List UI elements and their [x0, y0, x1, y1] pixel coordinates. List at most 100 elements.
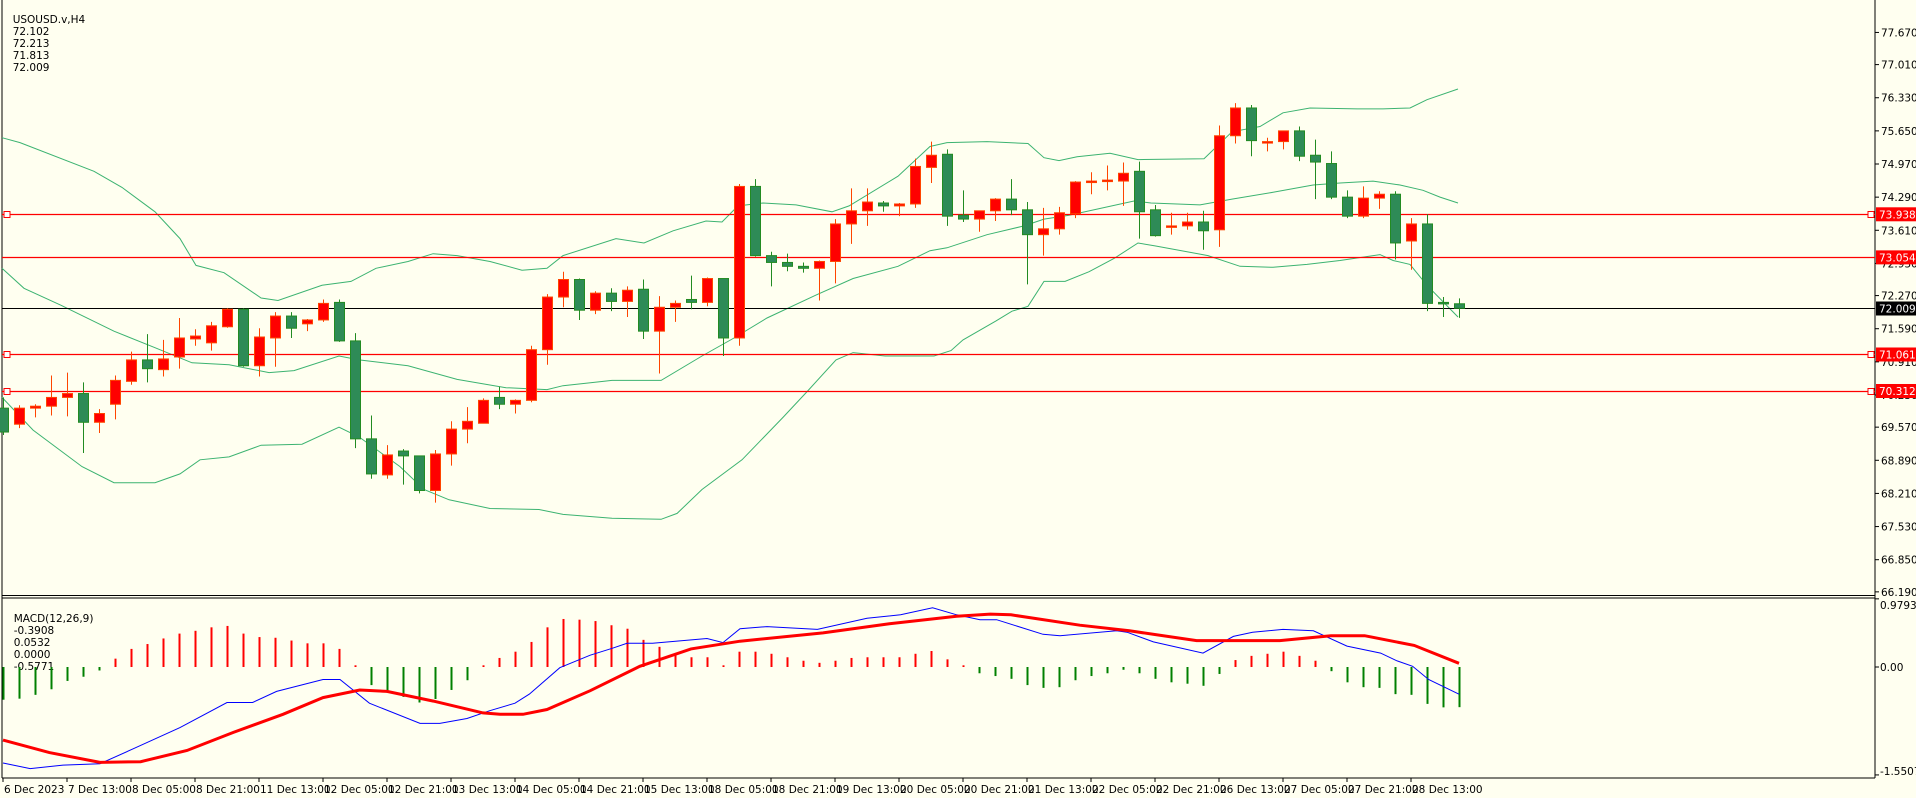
candle-body	[1070, 181, 1081, 215]
candle-body	[558, 279, 569, 298]
candle-body	[238, 308, 249, 367]
candle	[286, 312, 297, 338]
candle-body	[1294, 130, 1305, 157]
time-tick-label: 15 Dec 13:00	[644, 784, 715, 796]
candle-body	[46, 396, 57, 407]
time-tick-label: 12 Dec 21:00	[388, 784, 459, 796]
time-tick-label: 27 Dec 21:00	[1348, 784, 1419, 796]
price-tick-label: 72.270	[1881, 291, 1916, 303]
level-anchor-right[interactable]	[1867, 388, 1875, 395]
candle-body	[814, 260, 825, 269]
candle	[1054, 206, 1065, 235]
candle-body	[1454, 303, 1465, 309]
candle	[702, 277, 713, 307]
candle-body	[1134, 170, 1145, 213]
candle	[990, 198, 1001, 222]
time-tick-label: 14 Dec 05:00	[516, 784, 587, 796]
candle	[1342, 190, 1353, 219]
candle	[942, 149, 953, 226]
level-anchor-left[interactable]	[3, 351, 11, 358]
candle	[1262, 137, 1273, 152]
horizontal-lines[interactable]	[2, 211, 1875, 395]
candle	[1214, 125, 1225, 247]
level-anchor-left[interactable]	[3, 388, 11, 395]
candle	[798, 262, 809, 273]
level-anchor-right[interactable]	[1867, 351, 1875, 358]
candle	[462, 407, 473, 444]
candle-body	[0, 407, 9, 433]
level-price-label: 71.061	[1879, 349, 1916, 361]
time-tick-label: 8 Dec 21:00	[196, 784, 260, 796]
candle	[670, 300, 681, 322]
candle	[862, 188, 873, 226]
candle-body	[110, 379, 121, 405]
candle	[526, 345, 537, 403]
candle	[1326, 151, 1337, 200]
candle	[334, 299, 345, 342]
level-price-label: 70.312	[1879, 386, 1916, 398]
time-tick-label: 13 Dec 13:00	[452, 784, 523, 796]
candle	[366, 415, 377, 479]
candle-body	[190, 335, 201, 340]
candle-body	[1006, 198, 1017, 211]
candle	[62, 372, 73, 417]
price-tick-label: 66.190	[1881, 587, 1916, 599]
candle	[686, 275, 697, 310]
price-axis[interactable]: 77.670 77.010 76.330 75.650 74.970 74.290 73.6…	[1875, 27, 1916, 778]
candle-body	[1150, 209, 1161, 237]
price-chart[interactable]: 77.670 77.010 76.330 75.650 74.970 74.290 73.6…	[0, 0, 1916, 798]
candle	[1150, 204, 1161, 237]
candle-body	[30, 405, 41, 409]
candle-body	[270, 315, 281, 339]
candle-body	[1038, 228, 1049, 236]
candle	[1246, 105, 1257, 157]
time-tick-label: 18 Dec 21:00	[772, 784, 843, 796]
candle-body	[174, 337, 185, 358]
candle-body	[846, 210, 857, 225]
candle-body	[1022, 209, 1033, 236]
time-tick-label: 11 Dec 13:00	[260, 784, 331, 796]
candle	[750, 179, 761, 257]
candle	[974, 210, 985, 232]
level-anchor-right[interactable]	[1867, 211, 1875, 218]
price-tick-label: 68.210	[1881, 488, 1916, 500]
candle-body	[350, 340, 361, 440]
candle	[1118, 162, 1129, 206]
candle-body	[1182, 221, 1193, 227]
price-tick-label: 73.610	[1881, 225, 1916, 237]
candle-body	[398, 450, 409, 457]
candle	[270, 312, 281, 367]
candle	[1390, 191, 1401, 260]
candle-body	[686, 298, 697, 303]
price-tick-label: 69.570	[1881, 422, 1916, 434]
candle-body	[862, 201, 873, 212]
candle-body	[1214, 135, 1225, 231]
candle	[158, 339, 169, 377]
candle-body	[782, 261, 793, 267]
candle-body	[830, 223, 841, 262]
time-tick-label: 12 Dec 05:00	[324, 784, 395, 796]
candle-body	[718, 278, 729, 339]
time-tick-label: 21 Dec 13:00	[1028, 784, 1099, 796]
candle	[878, 201, 889, 212]
time-tick-label: 28 Dec 13:00	[1412, 784, 1483, 796]
candle-body	[574, 279, 585, 311]
candle	[1278, 130, 1289, 150]
candle	[782, 253, 793, 272]
candle	[1166, 212, 1177, 235]
candle-body	[62, 393, 73, 398]
candle	[1134, 161, 1145, 239]
candle	[78, 382, 89, 453]
macd-tick-label: 0.9793	[1880, 600, 1916, 612]
macd-tick-label: -1.5507	[1880, 766, 1916, 778]
level-anchor-left[interactable]	[3, 211, 11, 218]
candle	[238, 308, 249, 367]
candle-body	[478, 399, 489, 424]
candle-body	[1422, 223, 1433, 304]
candle-body	[94, 413, 105, 423]
candle	[1086, 172, 1097, 195]
candle-body	[430, 453, 441, 492]
candle	[206, 321, 217, 351]
candle	[1022, 202, 1033, 285]
time-axis[interactable]: 6 Dec 2023 7 Dec 13:00 8 Dec 05:00 8 Dec 21…	[2, 778, 1483, 796]
